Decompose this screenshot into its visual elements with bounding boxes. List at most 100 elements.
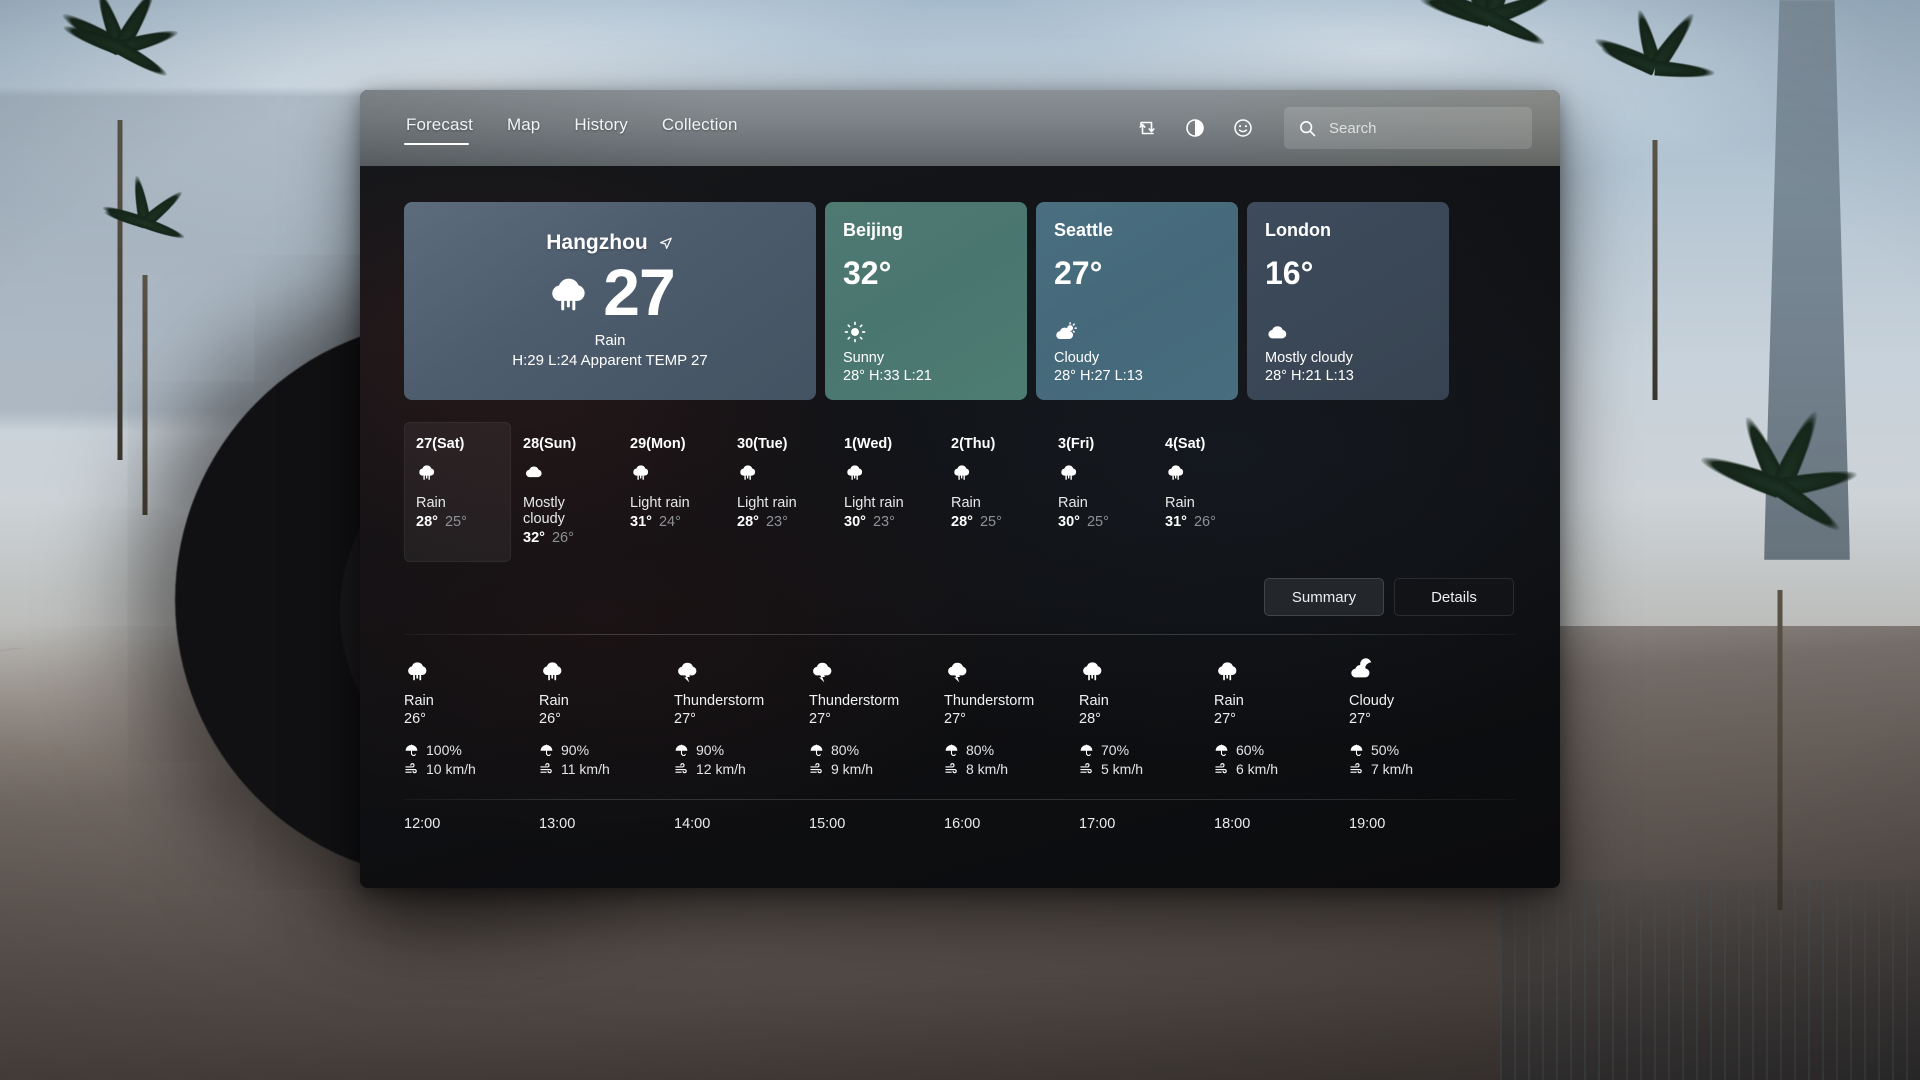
day-condition: Light rain xyxy=(630,495,690,511)
hour-precipitation: 80% xyxy=(944,742,1079,758)
day-condition: Light rain xyxy=(844,495,904,511)
section-divider xyxy=(404,634,1516,635)
hourly-cell[interactable]: Rain 26° 100% 10 km/h xyxy=(404,657,539,777)
hour-time-label: 14:00 xyxy=(674,816,711,832)
primary-city-header: Hangzhou xyxy=(546,231,673,255)
weekly-day-cell[interactable]: 2(Thu) Rain 28° 25° xyxy=(939,422,1046,562)
weekly-day-cell[interactable]: 30(Tue) Light rain 28° 23° xyxy=(725,422,832,562)
day-temperatures: 31° 24° xyxy=(630,514,713,530)
hour-time-label: 13:00 xyxy=(539,816,576,832)
city-card-beijing[interactable]: Beijing 32° Sunny 28° H:33 L:21 xyxy=(825,202,1027,400)
hourly-cell[interactable]: Cloudy 27° 50% 7 km/h xyxy=(1349,657,1484,777)
search-box[interactable] xyxy=(1284,107,1532,149)
primary-city-name: Hangzhou xyxy=(546,230,648,254)
day-date: 2(Thu) xyxy=(951,436,996,452)
hourly-cell[interactable]: Rain 26° 90% 11 km/h xyxy=(539,657,674,777)
hourly-cell[interactable]: Rain 28° 70% 5 km/h xyxy=(1079,657,1214,777)
weekly-day-cell[interactable]: 3(Fri) Rain 30° 25° xyxy=(1046,422,1153,562)
hourly-cell[interactable]: Thunderstorm 27° 80% 8 km/h xyxy=(944,657,1079,777)
weekly-day-cell[interactable]: 28(Sun) Mostly cloudy 32° 26° xyxy=(511,422,618,562)
hour-precipitation: 70% xyxy=(1079,742,1214,758)
day-high: 30° xyxy=(844,514,866,530)
desktop-background: Forecast Map History Collection Search H… xyxy=(0,0,1920,1080)
hour-precipitation: 90% xyxy=(674,742,809,758)
day-weather-icon xyxy=(1165,461,1248,483)
nav-tab-collection[interactable]: Collection xyxy=(660,111,740,145)
hour-weather-icon xyxy=(1079,657,1214,683)
day-weather-icon xyxy=(630,461,713,483)
precip-value: 60% xyxy=(1236,742,1265,758)
day-date: 1(Wed) xyxy=(844,436,893,452)
hour-time-label: 16:00 xyxy=(944,816,981,832)
primary-condition: Rain xyxy=(594,332,626,350)
wind-value: 11 km/h xyxy=(561,761,610,777)
contrast-icon[interactable] xyxy=(1182,115,1208,141)
smiley-icon[interactable] xyxy=(1230,115,1256,141)
day-temperatures: 28° 25° xyxy=(416,514,499,530)
day-weather-icon xyxy=(523,461,606,483)
day-weather-icon xyxy=(951,461,1034,483)
hour-condition: Rain xyxy=(1079,693,1109,709)
day-condition: Mostly cloudy xyxy=(523,495,565,527)
day-low: 25° xyxy=(444,514,467,530)
hour-precipitation: 100% xyxy=(404,742,539,758)
day-condition: Light rain xyxy=(737,495,797,511)
hourly-cell[interactable]: Thunderstorm 27° 90% 12 km/h xyxy=(674,657,809,777)
day-low: 26° xyxy=(1193,514,1216,530)
umbrella-icon xyxy=(674,743,689,758)
hourly-cell[interactable]: Rain 27° 60% 6 km/h xyxy=(1214,657,1349,777)
city-temperature: 32° xyxy=(843,255,892,291)
hour-precipitation: 80% xyxy=(809,742,944,758)
summary-button[interactable]: Summary xyxy=(1264,578,1384,616)
weekly-day-cell[interactable]: 1(Wed) Light rain 30° 23° xyxy=(832,422,939,562)
hour-weather-icon xyxy=(674,657,809,683)
weekly-day-cell[interactable]: 4(Sat) Rain 31° 26° xyxy=(1153,422,1260,562)
day-low: 26° xyxy=(551,530,574,546)
nav-tab-forecast[interactable]: Forecast xyxy=(404,111,475,145)
city-name: Beijing xyxy=(843,220,904,240)
city-name: London xyxy=(1265,220,1331,240)
wind-icon xyxy=(539,762,554,777)
wind-icon xyxy=(1349,762,1364,777)
hour-wind: 7 km/h xyxy=(1349,761,1484,777)
hour-temperature: 27° xyxy=(674,711,696,727)
details-button[interactable]: Details xyxy=(1394,578,1514,616)
hour-condition: Thunderstorm xyxy=(944,693,1035,709)
hour-wind: 11 km/h xyxy=(539,761,674,777)
primary-city-card[interactable]: Hangzhou 27 Rain H:29 L:24 Apparent TEMP 27 xyxy=(404,202,816,400)
hour-condition: Rain xyxy=(1214,693,1244,709)
city-card-seattle[interactable]: Seattle 27° Cloudy 28° H:27 L:13 xyxy=(1036,202,1238,400)
city-condition: Sunny xyxy=(843,350,885,366)
nav-tab-map[interactable]: Map xyxy=(505,111,542,145)
hour-condition: Thunderstorm xyxy=(809,693,900,709)
hour-wind: 12 km/h xyxy=(674,761,809,777)
city-meta: 28° H:21 L:13 xyxy=(1265,368,1354,384)
wind-icon xyxy=(1214,762,1229,777)
precip-value: 80% xyxy=(831,742,860,758)
refresh-rotate-icon[interactable] xyxy=(1134,115,1160,141)
hour-condition: Rain xyxy=(539,693,569,709)
weekly-day-cell[interactable]: 27(Sat) Rain 28° 25° xyxy=(404,422,511,562)
weather-app-window: Forecast Map History Collection Search H… xyxy=(360,90,1560,888)
day-high: 31° xyxy=(630,514,652,530)
umbrella-icon xyxy=(809,743,824,758)
day-high: 30° xyxy=(1058,514,1080,530)
day-low: 23° xyxy=(872,514,895,530)
hour-condition: Cloudy xyxy=(1349,693,1395,709)
day-temperatures: 30° 25° xyxy=(1058,514,1141,530)
nav-tab-history[interactable]: History xyxy=(572,111,630,145)
hour-time-label: 17:00 xyxy=(1079,816,1116,832)
wind-value: 7 km/h xyxy=(1371,761,1414,777)
hour-time-label: 12:00 xyxy=(404,816,441,832)
hourly-cell[interactable]: Thunderstorm 27° 80% 9 km/h xyxy=(809,657,944,777)
day-high: 31° xyxy=(1165,514,1187,530)
hour-temperature: 27° xyxy=(1349,711,1371,727)
weekly-day-cell[interactable]: 29(Mon) Light rain 31° 24° xyxy=(618,422,725,562)
hour-time-label: 18:00 xyxy=(1214,816,1251,832)
wind-icon xyxy=(404,762,419,777)
search-input[interactable] xyxy=(1329,119,1528,137)
day-temperatures: 32° 26° xyxy=(523,530,606,546)
city-card-london[interactable]: London 16° Mostly cloudy 28° H:21 L:13 xyxy=(1247,202,1449,400)
day-date: 3(Fri) xyxy=(1058,436,1095,452)
search-icon xyxy=(1298,119,1317,138)
